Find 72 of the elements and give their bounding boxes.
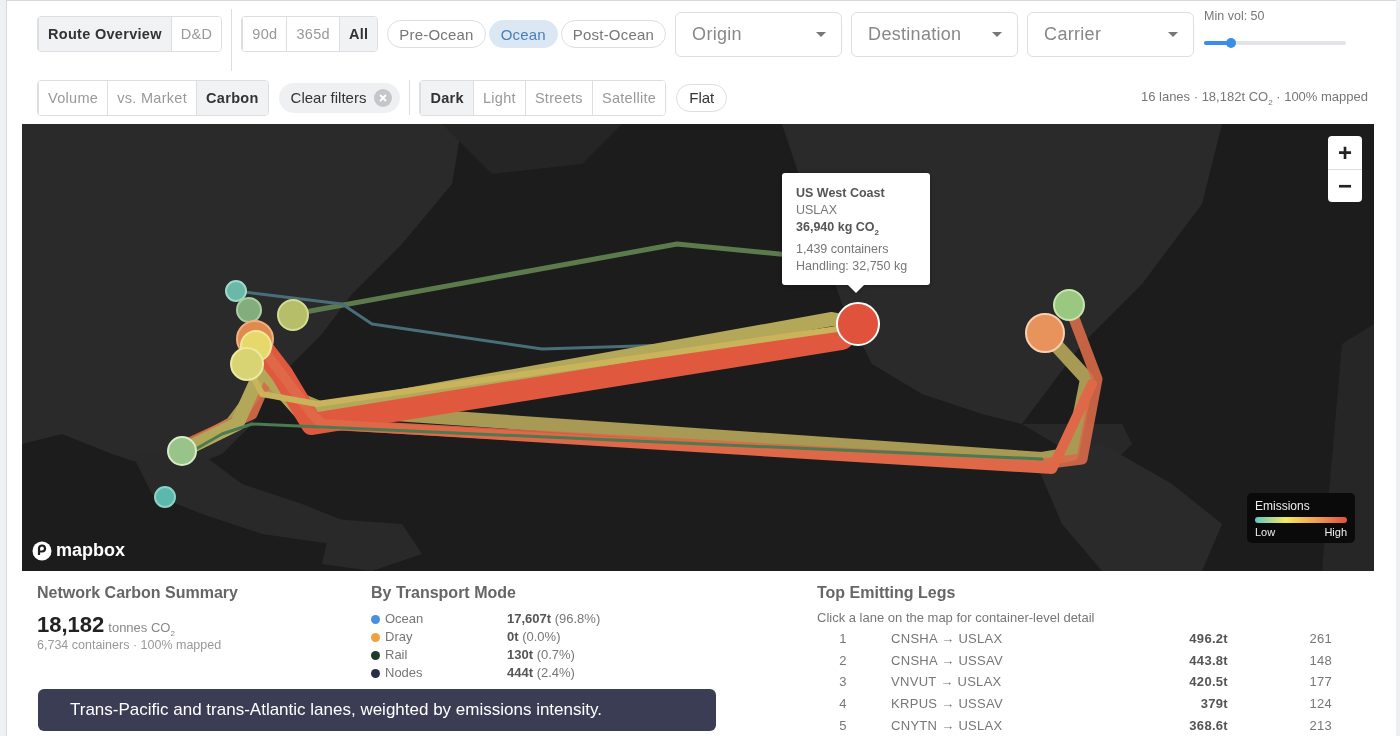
- tooltip-title: US West Coast: [796, 185, 886, 202]
- mode-name: Ocean: [385, 610, 424, 628]
- rank-cell-text: 5: [838, 716, 848, 735]
- rank-cell-text: 3: [838, 673, 848, 692]
- dropdown[interactable]: Carrier: [1027, 11, 1195, 57]
- mode-name: Dray: [385, 628, 413, 646]
- mapbox-logo-icon: [32, 540, 52, 561]
- total-value: 18,182: [37, 612, 105, 638]
- lane-cell[interactable]: CNSHA → USLAX: [891, 628, 1100, 650]
- status-text: 16 lanes · 18,182t CO$_{2}$ · 100% mapped: [1140, 88, 1368, 104]
- emissions-cell-text: 420.5t: [1188, 673, 1228, 692]
- caret-icon: [1167, 30, 1180, 38]
- mode-name: Rail: [385, 646, 408, 664]
- clear-filters-button[interactable]: Clear filters: [278, 82, 401, 113]
- leg-filter-pill[interactable]: Ocean: [488, 20, 558, 48]
- dropdown[interactable]: Destination: [851, 11, 1019, 57]
- tooltip-emissions: 36,940 kg CO$_{2}$: [796, 219, 880, 239]
- panel-title: Network Carbon Summary: [37, 584, 239, 602]
- period-tab[interactable]: All: [338, 17, 378, 51]
- caret-icon: [991, 30, 1004, 38]
- mode-share: (2.4%): [536, 665, 575, 680]
- view-tab[interactable]: D&D: [170, 17, 222, 51]
- legend-high: High: [1324, 526, 1347, 538]
- count-cell-text: 148: [1308, 651, 1332, 670]
- panel-title: By Transport Mode: [371, 584, 517, 602]
- total-unit: tonnes CO$_{2}$: [108, 620, 175, 638]
- mode-tonnes: 0t: [507, 629, 519, 644]
- tooltip-containers: 1,439 containers: [796, 240, 916, 258]
- leg-filter-pill[interactable]: Pre-Ocean: [387, 20, 486, 48]
- count-cell-text: 213: [1308, 716, 1332, 735]
- mode-share: (0.7%): [536, 647, 575, 662]
- emissions-cell-text: 379t: [1199, 695, 1228, 714]
- clear-icon: [374, 88, 393, 107]
- panel-hint: Click a lane on the map for container-level detail: [817, 610, 1096, 625]
- lane-cell[interactable]: VNVUT → USLAX: [891, 671, 1100, 694]
- zoom-out-button[interactable]: −: [1328, 169, 1362, 202]
- rank-cell-text: 2: [838, 651, 848, 670]
- caret-icon: [815, 30, 828, 38]
- count-cell-text: 177: [1308, 673, 1332, 692]
- count-cell-text: 124: [1308, 695, 1332, 714]
- lane-cell[interactable]: KRPUS → USSAV: [891, 693, 1100, 715]
- leg-filter-pill[interactable]: Post-Ocean: [560, 20, 667, 48]
- legend-title: Emissions: [1255, 499, 1311, 513]
- slider-label: Min vol: 50: [1204, 9, 1266, 23]
- count-cell-text: 261: [1308, 630, 1332, 648]
- flat-toggle[interactable]: Flat: [676, 83, 728, 112]
- view-tab[interactable]: Route Overview: [38, 17, 171, 51]
- mode-tonnes: 130t: [507, 647, 534, 662]
- tooltip-code: USLAX: [796, 202, 838, 219]
- emissions-cell-text: 496.2t: [1188, 630, 1228, 648]
- mode-name: Nodes: [385, 664, 423, 682]
- map-style-tab[interactable]: Satellite: [591, 80, 666, 115]
- panel-title: Top Emitting Legs: [817, 584, 957, 602]
- lane-cell[interactable]: CNSHA → USSAV: [891, 649, 1100, 672]
- tooltip-handling: Handling: 32,750 kg: [796, 257, 909, 275]
- mode-share: (0.0%): [522, 629, 561, 644]
- metric-tab[interactable]: Carbon: [196, 80, 268, 115]
- rank-cell-text: 4: [838, 695, 848, 714]
- dropdown[interactable]: Origin: [675, 11, 843, 57]
- emissions-cell-text: 368.6t: [1188, 716, 1228, 735]
- rank-cell-text: 1: [838, 630, 848, 648]
- mapbox-logo-text[interactable]: mapbox: [56, 540, 125, 561]
- legend-low: Low: [1255, 526, 1276, 538]
- mode-tonnes: 17,607t: [507, 611, 552, 626]
- emissions-cell-text: 443.8t: [1188, 651, 1228, 670]
- map-style-tab[interactable]: Dark: [420, 80, 473, 115]
- toast-message: Trans-Pacific and trans-Atlantic lanes, weighted by emissions intensity.: [70, 700, 602, 720]
- summary-note: 6,734 containers · 100% mapped: [37, 638, 223, 652]
- lane-cell[interactable]: CNYTN → USLAX: [891, 714, 1100, 736]
- zoom-in-button[interactable]: +: [1328, 136, 1362, 169]
- mode-share: (96.8%): [554, 611, 601, 626]
- mode-tonnes: 444t: [507, 665, 534, 680]
